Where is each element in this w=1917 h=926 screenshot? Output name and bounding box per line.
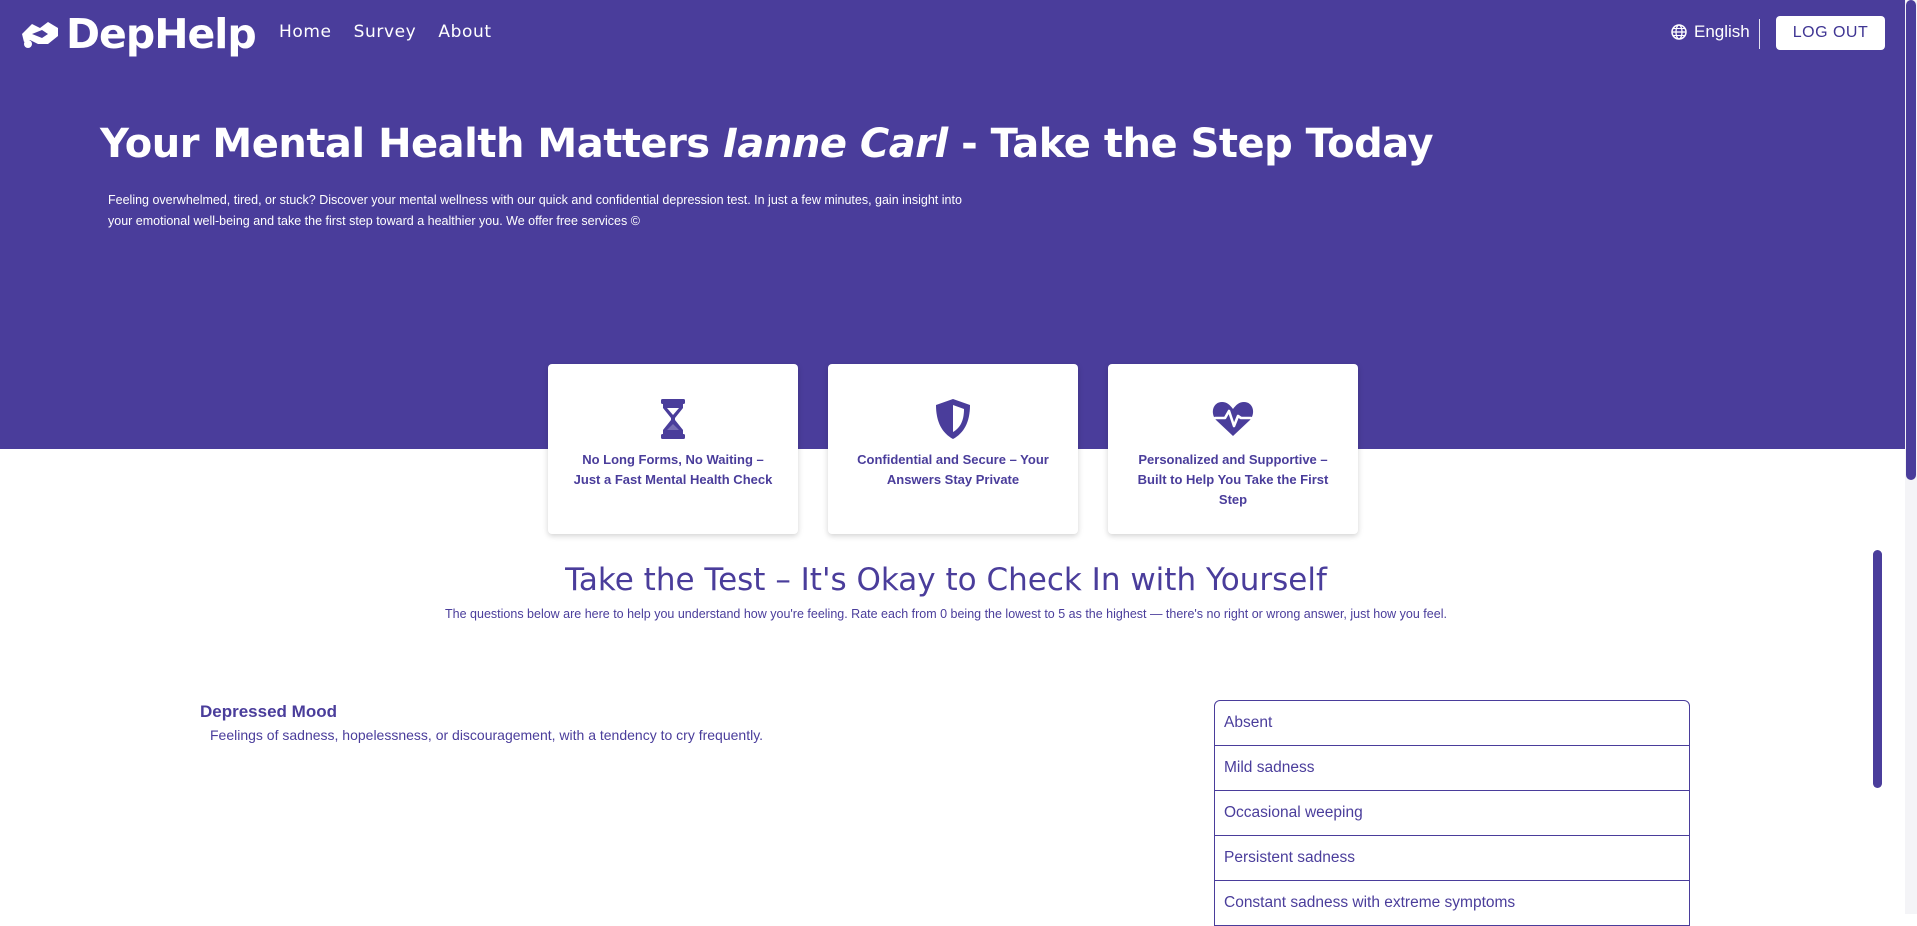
globe-icon (1671, 24, 1687, 40)
brand-logo[interactable]: DepHelp (18, 10, 257, 58)
feature-card-fast: No Long Forms, No Waiting – Just a Fast … (548, 364, 798, 534)
brand-name: DepHelp (66, 10, 257, 58)
option-absent[interactable]: Absent (1215, 701, 1689, 745)
test-subtitle: The questions below are here to help you… (445, 607, 1447, 621)
main-nav: Home Survey About (279, 22, 492, 42)
hero-title-prefix: Your Mental Health Matters (100, 121, 724, 167)
logout-button[interactable]: LOG OUT (1776, 16, 1885, 50)
nav-about-link[interactable]: About (438, 22, 491, 42)
question-title: Depressed Mood (200, 702, 337, 721)
feature-text: No Long Forms, No Waiting – Just a Fast … (573, 452, 773, 487)
section-scroll-indicator[interactable] (1873, 550, 1882, 788)
feature-text: Personalized and Supportive – Built to H… (1137, 452, 1329, 507)
question-description: Feelings of sadness, hopelessness, or di… (210, 727, 764, 743)
language-label: English (1694, 22, 1750, 41)
nav-home-link[interactable]: Home (279, 22, 332, 42)
hero-title-suffix: - Take the Step Today (947, 121, 1434, 167)
feature-card-secure: Confidential and Secure – Your Answers S… (828, 364, 1078, 534)
option-constant-sadness[interactable]: Constant sadness with extreme symptoms (1215, 880, 1689, 925)
nav-survey-link[interactable]: Survey (354, 22, 417, 42)
hourglass-icon (661, 399, 685, 439)
feature-card-supportive: Personalized and Supportive – Built to H… (1108, 364, 1358, 534)
test-title: Take the Test – It's Okay to Check In wi… (565, 562, 1327, 598)
option-persistent-sadness[interactable]: Persistent sadness (1215, 835, 1689, 880)
answer-options: Absent Mild sadness Occasional weeping P… (1214, 700, 1690, 926)
user-name: Ianne Carl (723, 121, 948, 167)
option-occasional-weeping[interactable]: Occasional weeping (1215, 790, 1689, 835)
nav-divider (1759, 19, 1760, 49)
language-selector[interactable]: English (1671, 22, 1750, 42)
feature-text: Confidential and Secure – Your Answers S… (857, 452, 1049, 487)
page-scrollbar-thumb[interactable] (1906, 0, 1916, 480)
shield-icon (936, 399, 970, 439)
hero-title: Your Mental Health Matters Ianne Carl - … (100, 121, 1434, 167)
option-mild-sadness[interactable]: Mild sadness (1215, 745, 1689, 790)
hero-description: Feeling overwhelmed, tired, or stuck? Di… (108, 193, 962, 228)
heart-pulse-icon (1212, 402, 1254, 436)
handshake-icon (22, 22, 58, 48)
